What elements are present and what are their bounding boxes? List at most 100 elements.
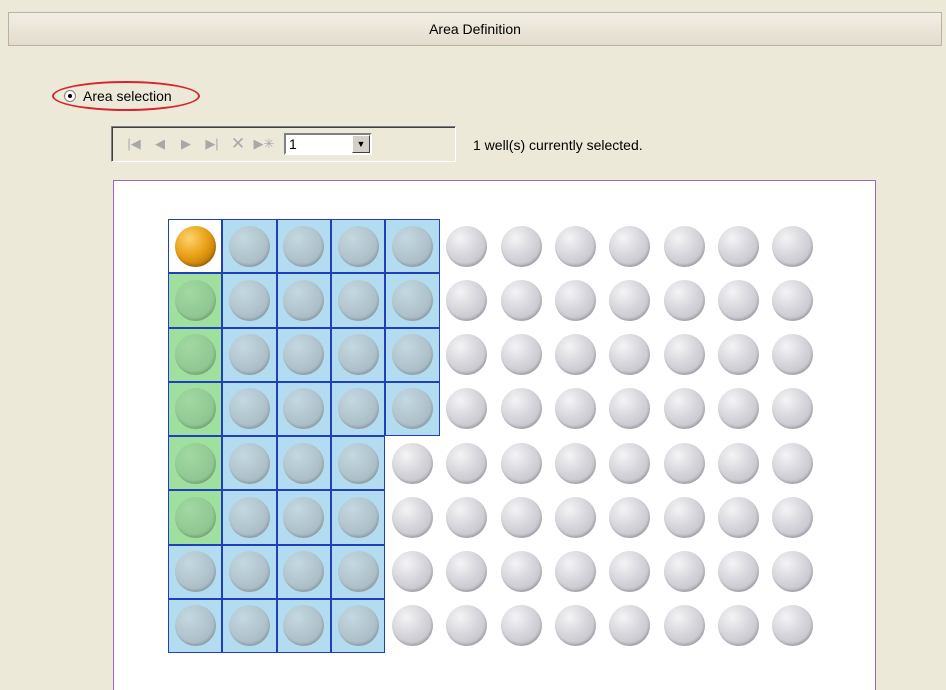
well-cell[interactable] — [330, 273, 386, 328]
well-cell[interactable] — [440, 545, 494, 599]
well-cell[interactable] — [494, 273, 548, 327]
well[interactable] — [174, 605, 216, 647]
well-cell[interactable] — [603, 599, 657, 653]
selected-well[interactable] — [174, 225, 216, 267]
well-cell[interactable] — [657, 436, 711, 490]
well-cell[interactable] — [603, 273, 657, 327]
well-cell[interactable] — [385, 381, 440, 436]
well[interactable] — [391, 279, 433, 321]
well-cell[interactable] — [330, 327, 386, 382]
well[interactable] — [391, 442, 433, 484]
well[interactable] — [609, 388, 651, 430]
well[interactable] — [337, 388, 379, 430]
well-cell[interactable] — [711, 436, 765, 490]
well-cell[interactable] — [494, 382, 548, 436]
well[interactable] — [174, 334, 216, 376]
well-cell[interactable] — [385, 327, 440, 382]
well[interactable] — [391, 551, 433, 593]
well[interactable] — [500, 279, 542, 321]
well[interactable] — [554, 334, 596, 376]
well[interactable] — [174, 279, 216, 321]
well[interactable] — [609, 279, 651, 321]
well[interactable] — [772, 388, 814, 430]
well-cell[interactable] — [168, 544, 223, 599]
area-selection-radio[interactable]: Area selection — [52, 81, 200, 111]
well[interactable] — [772, 334, 814, 376]
well[interactable] — [500, 225, 542, 267]
well[interactable] — [228, 605, 270, 647]
previous-record-icon[interactable]: ◀ — [148, 133, 172, 155]
well[interactable] — [609, 225, 651, 267]
well[interactable] — [283, 279, 325, 321]
well[interactable] — [446, 279, 488, 321]
well[interactable] — [228, 388, 270, 430]
well[interactable] — [554, 225, 596, 267]
well[interactable] — [609, 334, 651, 376]
well-cell[interactable] — [440, 382, 494, 436]
well[interactable] — [663, 279, 705, 321]
well-cell[interactable] — [766, 545, 820, 599]
well-cell[interactable] — [711, 328, 765, 382]
well[interactable] — [717, 279, 759, 321]
well-cell[interactable] — [603, 328, 657, 382]
well-cell[interactable] — [276, 381, 331, 436]
well[interactable] — [609, 605, 651, 647]
well[interactable] — [446, 388, 488, 430]
well-cell[interactable] — [330, 598, 386, 653]
well[interactable] — [391, 496, 433, 538]
well-cell[interactable] — [440, 219, 494, 273]
well-cell[interactable] — [276, 273, 331, 328]
well[interactable] — [717, 334, 759, 376]
well-cell[interactable] — [548, 328, 602, 382]
well[interactable] — [554, 442, 596, 484]
well-cell[interactable] — [440, 273, 494, 327]
well-cell[interactable] — [494, 436, 548, 490]
well[interactable] — [283, 334, 325, 376]
well-cell[interactable] — [657, 219, 711, 273]
well-cell[interactable] — [330, 436, 386, 491]
well-cell[interactable] — [766, 328, 820, 382]
well[interactable] — [446, 605, 488, 647]
well-cell[interactable] — [385, 545, 439, 599]
well[interactable] — [663, 334, 705, 376]
well[interactable] — [283, 496, 325, 538]
well[interactable] — [663, 551, 705, 593]
well[interactable] — [717, 551, 759, 593]
well-cell[interactable] — [385, 219, 440, 274]
well[interactable] — [283, 605, 325, 647]
well-cell[interactable] — [222, 327, 277, 382]
well[interactable] — [663, 605, 705, 647]
well-cell[interactable] — [222, 598, 277, 653]
well-cell[interactable] — [603, 436, 657, 490]
well-cell[interactable] — [657, 545, 711, 599]
well-cell[interactable] — [440, 436, 494, 490]
well[interactable] — [772, 551, 814, 593]
well-cell[interactable] — [711, 273, 765, 327]
well[interactable] — [391, 334, 433, 376]
well-cell[interactable] — [168, 273, 223, 328]
next-record-icon[interactable]: ▶ — [174, 133, 198, 155]
well[interactable] — [663, 442, 705, 484]
well-cell[interactable] — [711, 490, 765, 544]
well[interactable] — [228, 225, 270, 267]
well-cell[interactable] — [494, 490, 548, 544]
well-cell[interactable] — [168, 219, 223, 274]
well[interactable] — [446, 496, 488, 538]
well-cell[interactable] — [222, 544, 277, 599]
well-cell[interactable] — [385, 436, 439, 490]
radio-checked-icon[interactable] — [64, 90, 76, 102]
well-cell[interactable] — [548, 436, 602, 490]
area-number-select[interactable]: 1 ▼ — [284, 133, 372, 155]
well[interactable] — [500, 388, 542, 430]
well-cell[interactable] — [276, 327, 331, 382]
well[interactable] — [554, 279, 596, 321]
well-cell[interactable] — [276, 544, 331, 599]
well[interactable] — [500, 334, 542, 376]
well-cell[interactable] — [548, 219, 602, 273]
chevron-down-icon[interactable]: ▼ — [352, 135, 370, 153]
well[interactable] — [228, 551, 270, 593]
well[interactable] — [337, 334, 379, 376]
well-cell[interactable] — [657, 490, 711, 544]
well-cell[interactable] — [440, 328, 494, 382]
well[interactable] — [283, 225, 325, 267]
